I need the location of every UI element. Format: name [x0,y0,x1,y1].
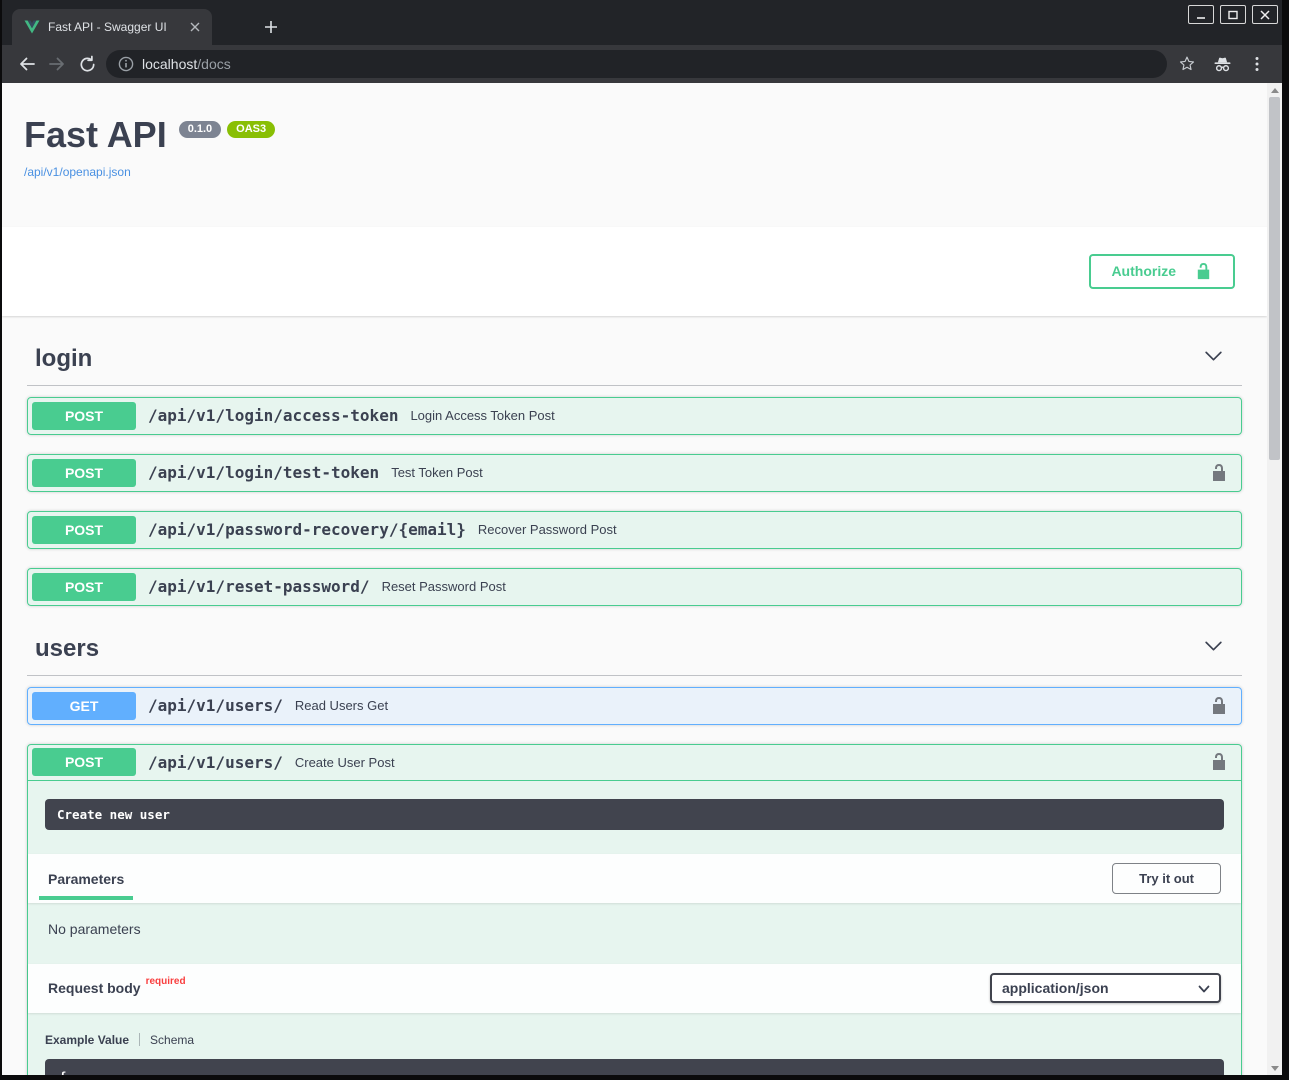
back-button[interactable] [12,49,42,79]
operation-description-code: Create new user [45,799,1224,830]
endpoint-summary[interactable]: POST /api/v1/login/test-token Test Token… [28,455,1241,491]
required-label: required [146,976,186,987]
window-maximize-button[interactable] [1220,5,1246,24]
no-parameters-text: No parameters [28,903,1241,964]
endpoint-summary[interactable]: POST /api/v1/password-recovery/{email} R… [28,512,1241,548]
request-body-title: Request body [48,980,141,996]
scroll-up-arrow[interactable] [1267,83,1282,97]
endpoint-path: /api/v1/password-recovery/{email} [148,520,466,539]
endpoint-summary[interactable]: GET /api/v1/users/ Read Users Get [28,688,1241,724]
authorize-button[interactable]: Authorize [1089,254,1235,289]
method-badge: POST [32,573,136,601]
endpoint-row: POST /api/v1/login/test-token Test Token… [27,454,1242,492]
auth-lock-button[interactable] [1203,746,1235,778]
auth-lock-button[interactable] [1203,457,1235,489]
scrollbar-thumb[interactable] [1269,97,1280,460]
browser-titlebar: Fast API - Swagger UI [2,0,1282,45]
endpoint-summary-text: Reset Password Post [382,579,1237,594]
tab-example-value[interactable]: Example Value [45,1033,129,1047]
favicon-icon [24,19,40,35]
new-tab-button[interactable] [260,16,282,38]
oas-badge: OAS3 [227,121,275,138]
chevron-down-icon[interactable] [1203,345,1224,373]
site-info-icon[interactable] [118,56,134,72]
address-bar[interactable]: localhost/docs [106,50,1167,78]
example-code-block: { [45,1059,1224,1075]
api-info: Fast API 0.1.0 OAS3 /api/v1/openapi.json [2,83,1267,181]
endpoint-path: /api/v1/login/test-token [148,463,379,482]
method-badge: GET [32,692,136,720]
openapi-spec-link[interactable]: /api/v1/openapi.json [24,165,131,179]
page-scrollbar[interactable] [1267,83,1282,1075]
browser-viewport: Fast API 0.1.0 OAS3 /api/v1/openapi.json… [2,83,1282,1075]
window-minimize-button[interactable] [1188,5,1214,24]
scheme-container: Authorize [2,227,1267,316]
swagger-page: Fast API 0.1.0 OAS3 /api/v1/openapi.json… [2,83,1267,1075]
url-text: localhost/docs [142,56,231,72]
media-type-select[interactable]: application/json [990,973,1221,1003]
endpoint-summary-text: Recover Password Post [478,522,1237,537]
media-type-value: application/json [1002,980,1109,996]
endpoint-row: POST /api/v1/password-recovery/{email} R… [27,511,1242,549]
parameters-header: Parameters Try it out [28,854,1241,903]
endpoint-summary-text: Create User Post [295,755,1203,770]
window-close-button[interactable] [1252,5,1278,24]
authorize-button-label: Authorize [1111,263,1176,279]
url-host: localhost [142,56,197,72]
endpoint-row: GET /api/v1/users/ Read Users Get [27,687,1242,725]
incognito-icon [1211,53,1234,76]
method-badge: POST [32,516,136,544]
method-badge: POST [32,402,136,430]
endpoint-path: /api/v1/users/ [148,696,283,715]
tab-title: Fast API - Swagger UI [48,20,186,34]
tab-close-icon[interactable] [186,18,204,36]
endpoint-body: Create new user Parameters Try it out No… [28,799,1241,1075]
tab-divider [139,1033,140,1046]
endpoint-summary[interactable]: POST /api/v1/reset-password/ Reset Passw… [28,569,1241,605]
method-badge: POST [32,459,136,487]
page-title: Fast API [24,115,167,155]
endpoint-summary-text: Test Token Post [391,465,1203,480]
section-users: users GET /api/v1/users/ Read Users Get [27,625,1242,1075]
bookmark-star-icon[interactable] [1177,54,1197,74]
browser-menu-icon[interactable] [1248,55,1266,73]
endpoint-path: /api/v1/reset-password/ [148,577,370,596]
section-login-header[interactable]: login [27,335,1242,386]
endpoint-row: POST /api/v1/reset-password/ Reset Passw… [27,568,1242,606]
unlock-icon [1194,262,1213,281]
tab-schema[interactable]: Schema [150,1033,194,1047]
endpoint-row-expanded: POST /api/v1/users/ Create User Post Cre… [27,744,1242,1075]
endpoint-path: /api/v1/login/access-token [148,406,398,425]
endpoint-summary-text: Login Access Token Post [410,408,1237,423]
chevron-down-icon [1197,982,1211,999]
section-login: login POST /api/v1/login/access-token Lo… [27,335,1242,606]
tab-parameters[interactable]: Parameters [39,856,133,900]
request-body-header: Request body required application/json [28,964,1241,1013]
auth-lock-button[interactable] [1203,690,1235,722]
scroll-down-arrow[interactable] [1267,1061,1282,1075]
reload-button[interactable] [72,49,102,79]
forward-button[interactable] [42,49,72,79]
browser-toolbar: localhost/docs [2,45,1282,83]
chevron-down-icon[interactable] [1203,635,1224,663]
section-users-title: users [35,635,99,663]
endpoint-summary[interactable]: POST /api/v1/users/ Create User Post [28,745,1241,781]
method-badge: POST [32,748,136,776]
section-users-header[interactable]: users [27,625,1242,676]
endpoint-row: POST /api/v1/login/access-token Login Ac… [27,397,1242,435]
try-it-out-button[interactable]: Try it out [1112,863,1221,894]
browser-tab[interactable]: Fast API - Swagger UI [12,9,212,45]
browser-window: Fast API - Swagger UI [2,0,1282,1075]
url-path: /docs [197,56,230,72]
endpoint-summary[interactable]: POST /api/v1/login/access-token Login Ac… [28,398,1241,434]
section-login-title: login [35,345,92,373]
version-badge: 0.1.0 [179,121,221,138]
model-example: Example Value Schema { [45,1033,1224,1075]
endpoint-summary-text: Read Users Get [295,698,1203,713]
endpoint-path: /api/v1/users/ [148,753,283,772]
